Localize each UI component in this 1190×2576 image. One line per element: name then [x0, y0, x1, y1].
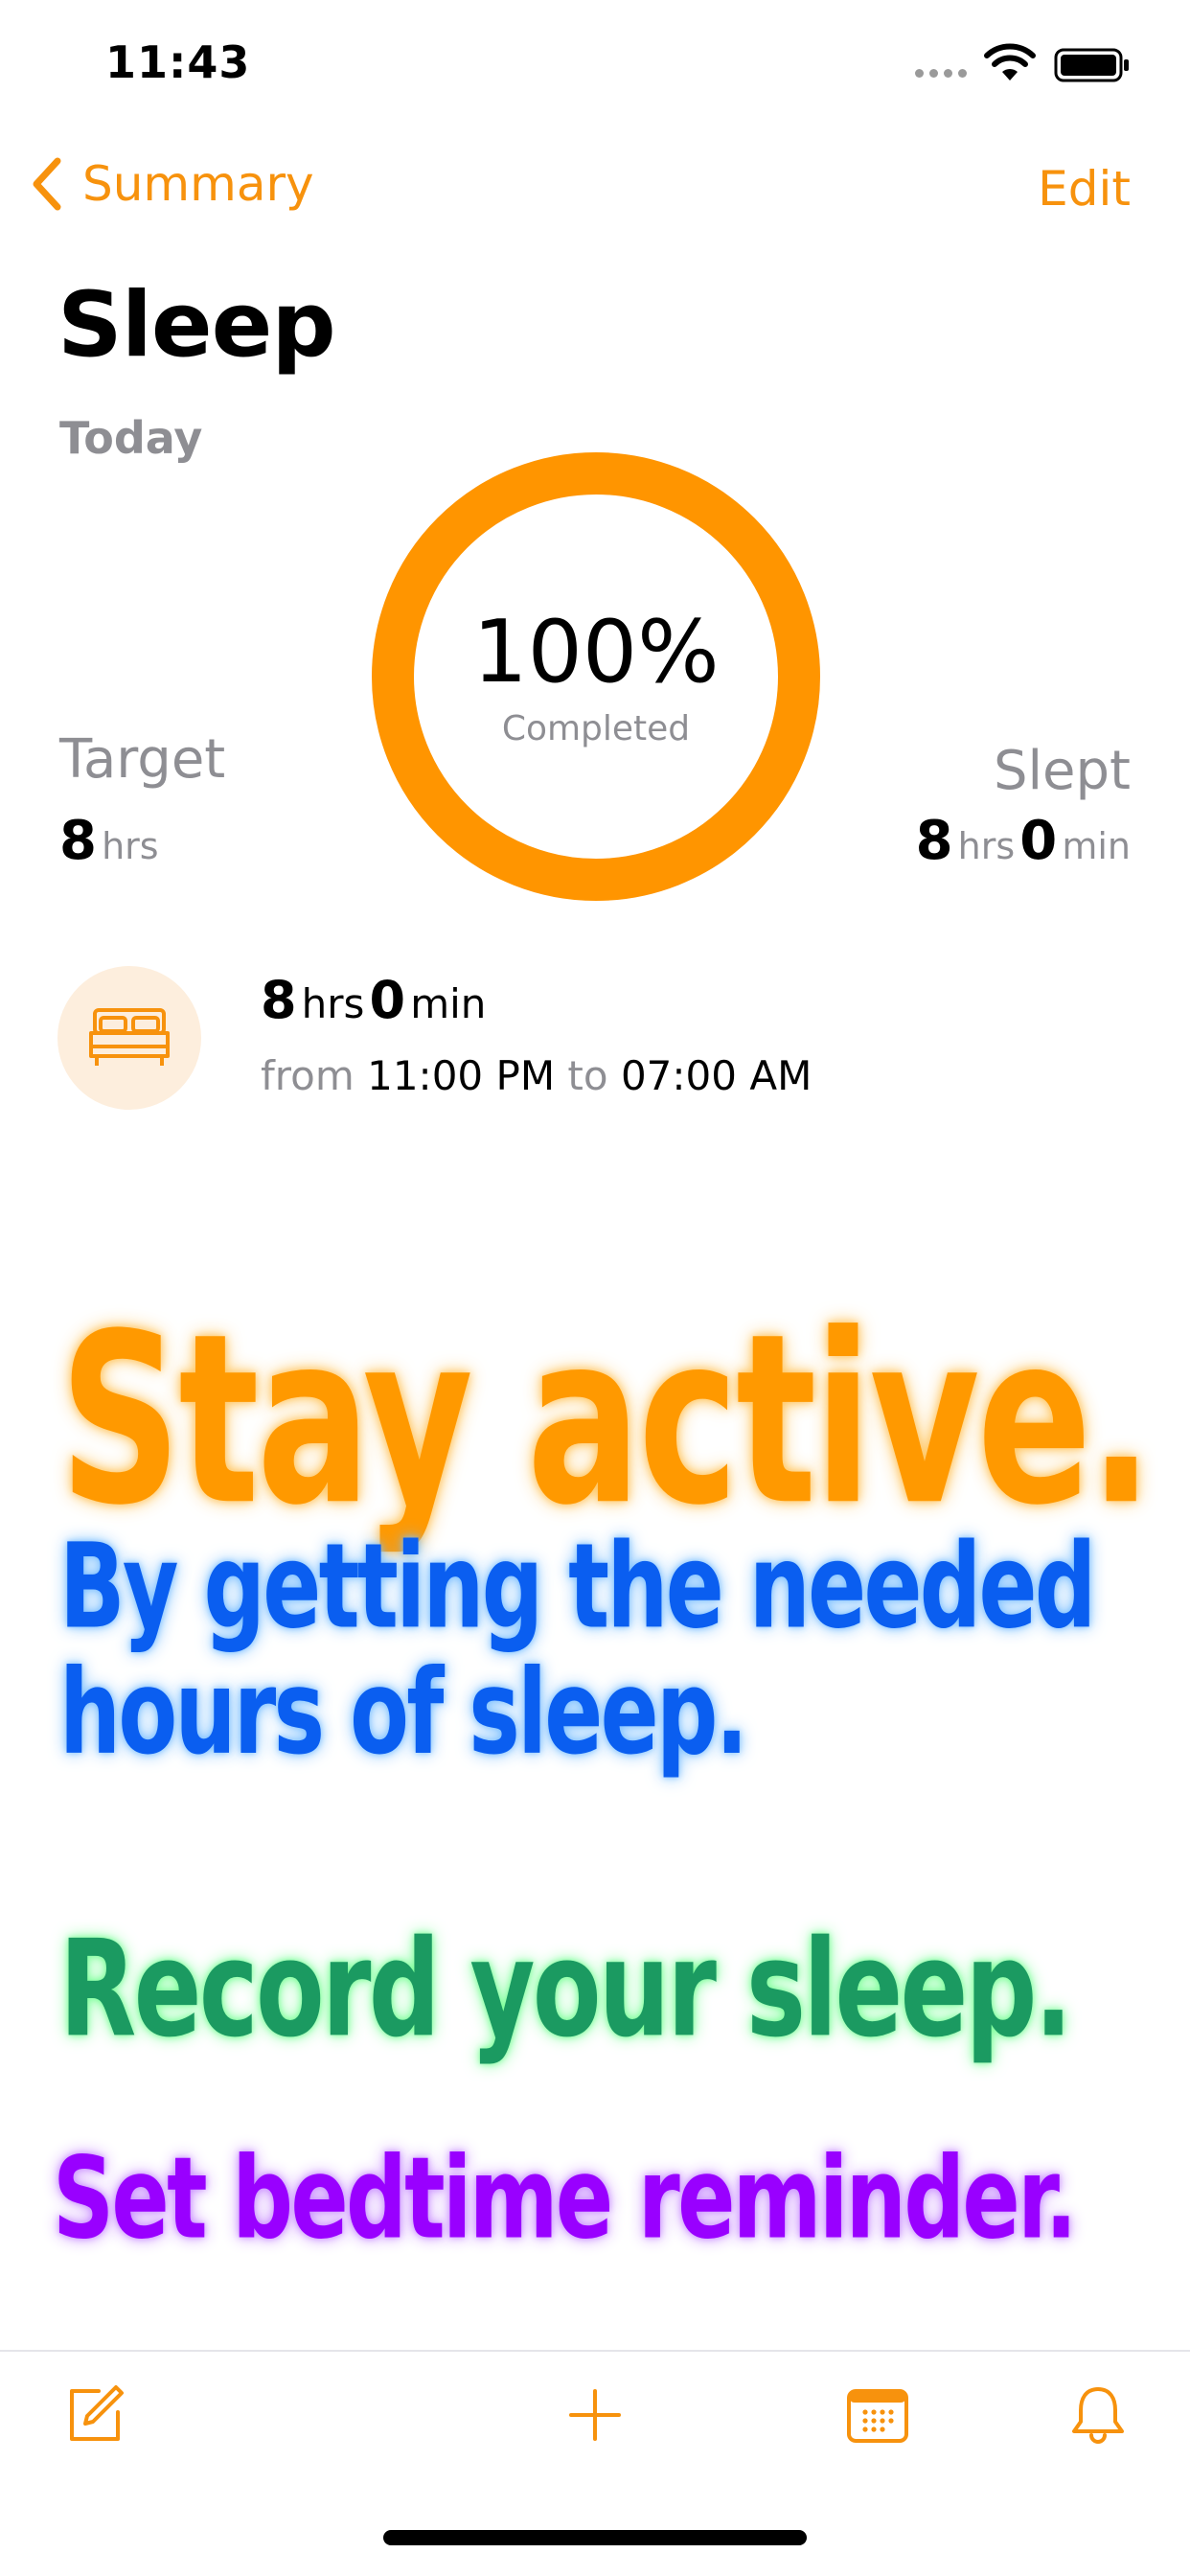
status-time: 11:43	[105, 36, 251, 88]
chevron-left-icon	[33, 157, 61, 211]
bed-icon	[89, 1008, 170, 1066]
promo-subheadline-line-1: By getting the needed	[59, 1518, 1096, 1655]
compose-button[interactable]	[56, 2377, 132, 2453]
compose-icon	[70, 2385, 124, 2441]
wifi-icon	[984, 43, 1036, 80]
entry-duration: 8 hrs 0 min	[261, 970, 486, 1030]
progress-subtitle: Completed	[501, 709, 691, 748]
entry-time-range: from 11:00 PM to 07:00 AM	[261, 1052, 812, 1099]
slept-hours-unit: hrs	[957, 825, 1016, 867]
slept-minutes: 0	[1019, 810, 1058, 872]
period-label: Today	[59, 412, 203, 464]
entry-minutes-unit: min	[410, 980, 487, 1027]
add-button[interactable]	[557, 2377, 633, 2453]
slept-hours: 8	[915, 810, 953, 872]
cellular-signal-icon	[915, 69, 967, 78]
entry-to-word: to	[567, 1052, 608, 1099]
promo-record: Record your sleep.	[59, 1912, 1072, 2067]
entry-hours: 8	[261, 970, 297, 1030]
calendar-button[interactable]	[839, 2377, 916, 2453]
target-hours: 8	[59, 810, 97, 872]
promo-subheadline-line-2: hours of sleep.	[59, 1644, 748, 1782]
promo-reminder: Set bedtime reminder.	[53, 2132, 1077, 2266]
toolbar-divider	[0, 2350, 1190, 2352]
battery-icon	[1054, 48, 1129, 82]
back-button-label: Summary	[82, 156, 314, 212]
slept-value: 8 hrs 0 min	[916, 810, 1131, 872]
bell-icon	[1072, 2387, 1124, 2444]
reminder-button[interactable]	[1060, 2377, 1136, 2453]
bed-icon-badge	[57, 966, 201, 1110]
entry-end-time: 07:00 AM	[620, 1052, 812, 1099]
entry-minutes: 0	[369, 970, 406, 1030]
back-button[interactable]: Summary	[29, 153, 314, 215]
calendar-icon	[847, 2389, 908, 2443]
page-title: Sleep	[57, 273, 336, 378]
home-indicator[interactable]	[383, 2530, 807, 2545]
target-value: 8 hrs	[59, 810, 159, 872]
entry-hours-unit: hrs	[301, 980, 365, 1027]
promo-subheadline: By getting the needed hours of sleep.	[59, 1518, 1096, 1782]
target-hours-unit: hrs	[102, 825, 159, 867]
promo-headline: Stay active.	[59, 1284, 1154, 1557]
target-label: Target	[59, 728, 226, 791]
edit-button[interactable]: Edit	[1038, 161, 1131, 217]
progress-percent: 100%	[472, 602, 720, 702]
entry-start-time: 11:00 PM	[367, 1052, 556, 1099]
slept-label: Slept	[993, 740, 1131, 802]
entry-from-word: from	[261, 1052, 355, 1099]
plus-icon	[569, 2389, 621, 2441]
slept-minutes-unit: min	[1062, 825, 1131, 867]
